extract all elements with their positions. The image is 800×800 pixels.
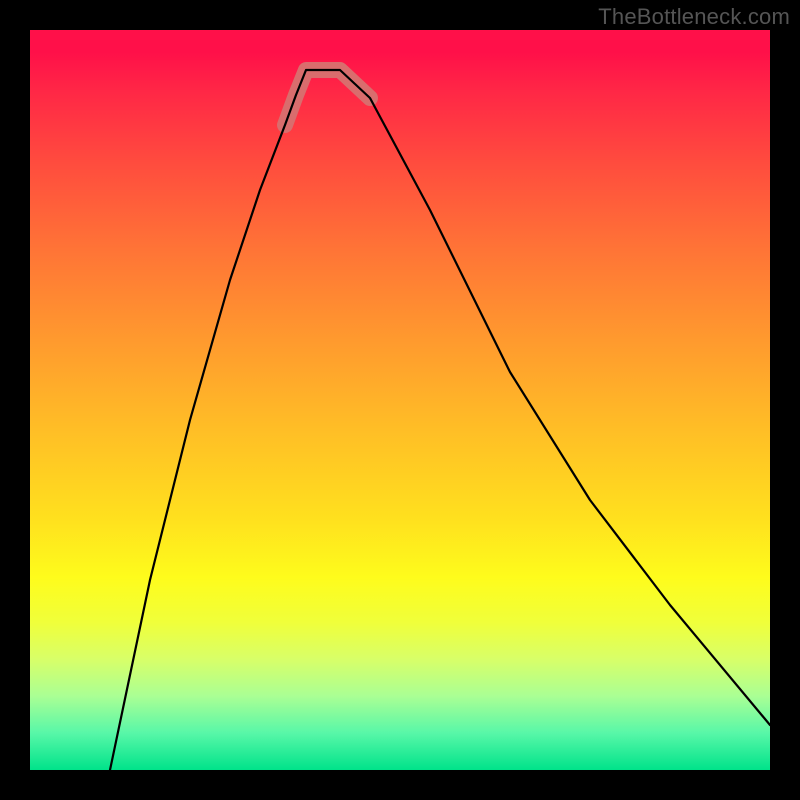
watermark-text: TheBottleneck.com xyxy=(598,4,790,30)
chart-container: TheBottleneck.com xyxy=(0,0,800,800)
curve-svg xyxy=(30,30,770,770)
plot-area xyxy=(30,30,770,770)
bottleneck-curve-path xyxy=(110,70,770,770)
highlight-path xyxy=(285,70,370,125)
